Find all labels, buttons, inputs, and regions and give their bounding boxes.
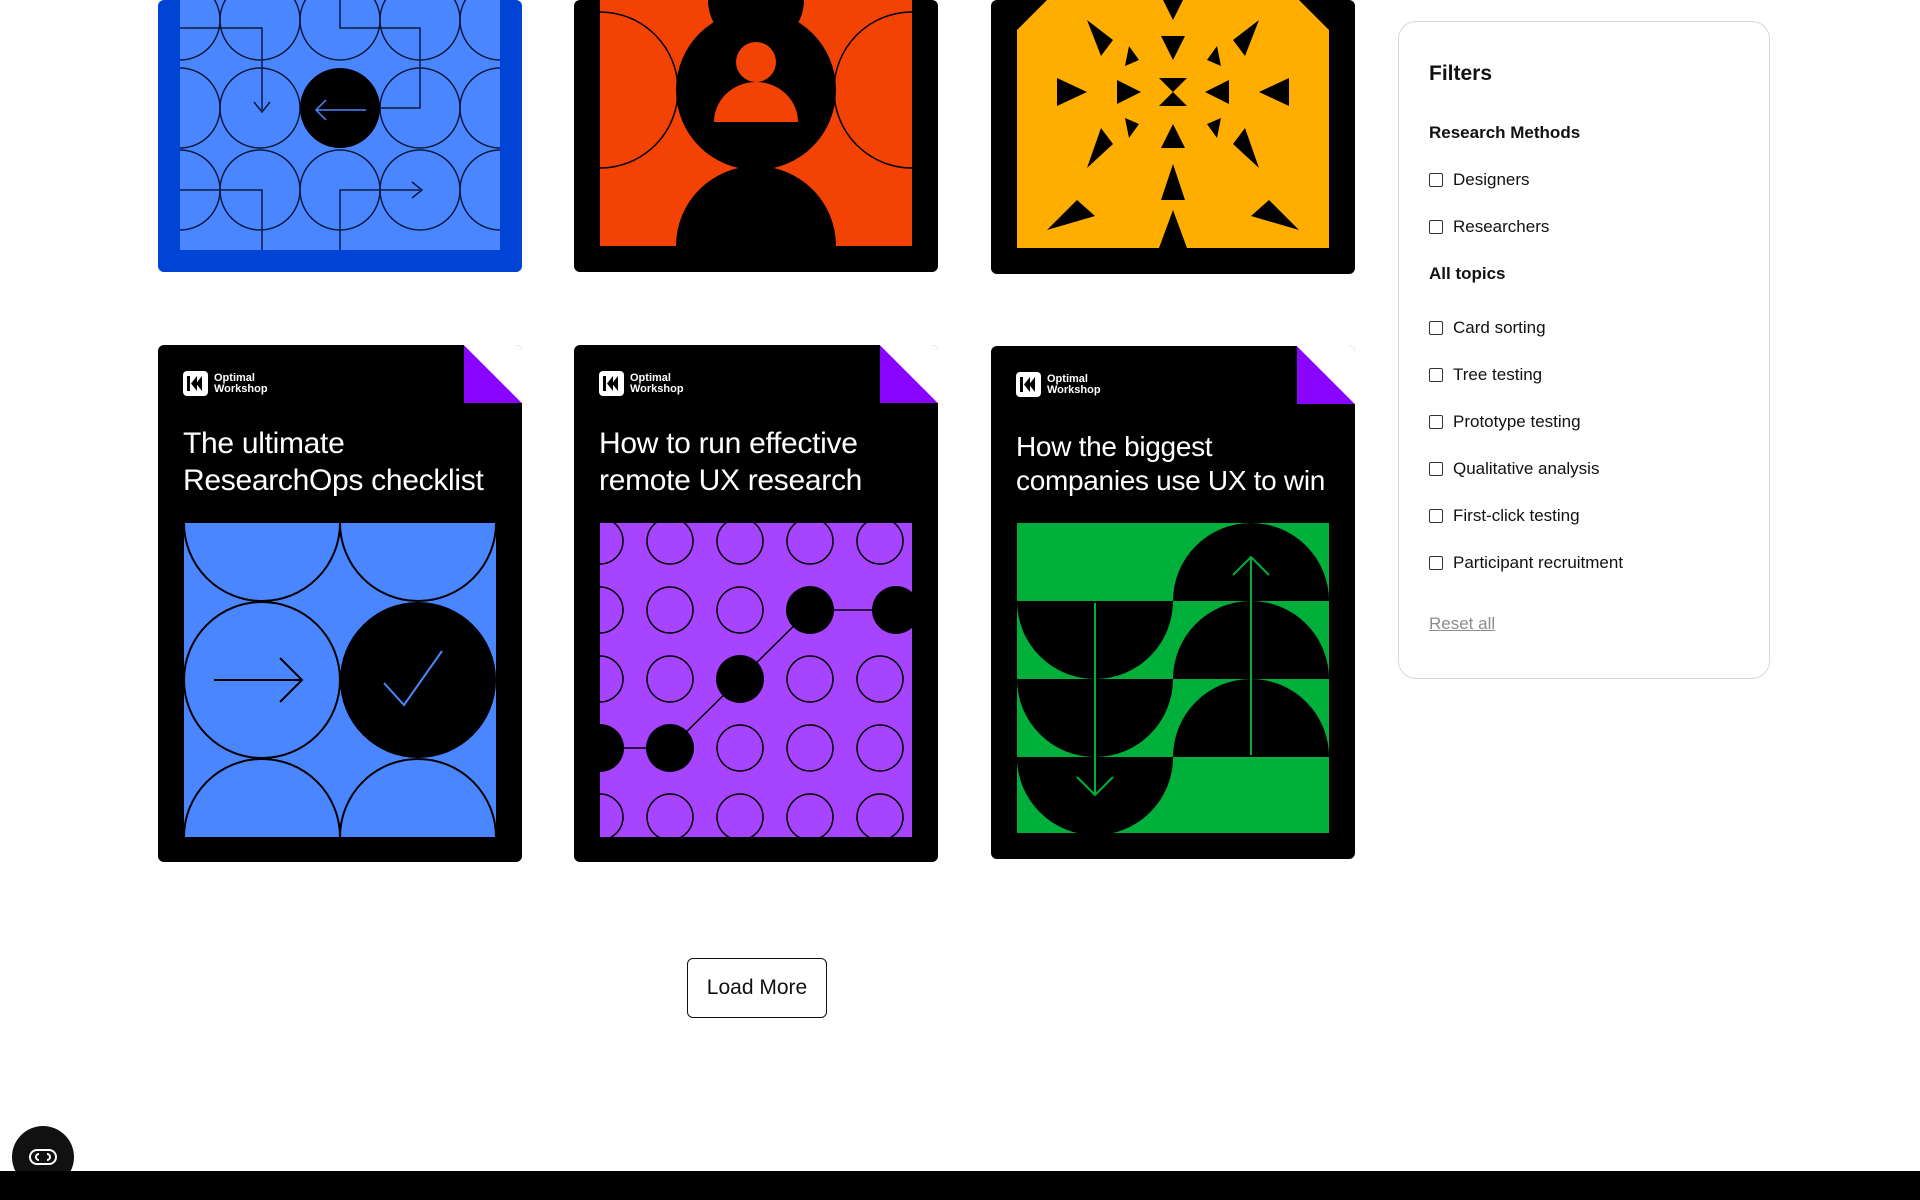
filter-label: Researchers <box>1453 217 1550 236</box>
brand-logo: Optimal Workshop <box>599 371 684 396</box>
resource-card-blue-maze[interactable] <box>158 0 522 272</box>
research-methods-heading: Research Methods <box>1429 123 1581 142</box>
logo-mark-icon <box>1016 372 1041 397</box>
filter-label: Designers <box>1453 170 1530 189</box>
checkbox[interactable] <box>1429 220 1443 234</box>
chat-icon <box>29 1149 57 1165</box>
filter-prototype-testing[interactable]: Prototype testing <box>1429 412 1581 432</box>
resource-title: The ultimate ResearchOps checklist <box>183 427 484 497</box>
checkbox[interactable] <box>1429 415 1443 429</box>
page-fold-corner <box>464 345 522 403</box>
brand-logo: Optimal Workshop <box>183 371 268 396</box>
arrows-illustration <box>1017 523 1329 833</box>
logo-mark-icon <box>183 371 208 396</box>
resource-card-researchops-checklist[interactable]: Optimal Workshop The ultimate ResearchOp… <box>158 345 522 862</box>
filter-label: Qualitative analysis <box>1453 459 1600 478</box>
brand-name: Optimal Workshop <box>1047 372 1101 396</box>
resource-title: How the biggest companies use UX to win <box>1016 431 1326 496</box>
brand-name: Optimal Workshop <box>630 371 684 395</box>
filter-label: Tree testing <box>1453 365 1543 384</box>
resource-card-yellow-star[interactable] <box>991 0 1355 274</box>
resource-card-orange-person[interactable] <box>574 0 938 272</box>
checkbox[interactable] <box>1429 509 1443 523</box>
filter-tree-testing[interactable]: Tree testing <box>1429 365 1542 385</box>
all-topics-heading: All topics <box>1429 264 1506 283</box>
reset-all-link[interactable]: Reset all <box>1429 614 1495 634</box>
filter-label: Participant recruitment <box>1453 553 1624 572</box>
filter-label: First-click testing <box>1453 506 1580 525</box>
resource-card-biggest-companies-ux[interactable]: Optimal Workshop How the biggest compani… <box>991 346 1355 859</box>
filter-label: Prototype testing <box>1453 412 1581 431</box>
checkbox[interactable] <box>1429 321 1443 335</box>
checkbox[interactable] <box>1429 173 1443 187</box>
filter-label: Card sorting <box>1453 318 1546 337</box>
filter-designers[interactable]: Designers <box>1429 170 1530 190</box>
filter-participant-recruitment[interactable]: Participant recruitment <box>1429 553 1623 573</box>
checklist-illustration <box>184 523 496 837</box>
page-fold-corner <box>1297 346 1355 404</box>
filter-first-click-testing[interactable]: First-click testing <box>1429 506 1580 526</box>
brand-name: Optimal Workshop <box>214 371 268 395</box>
filter-card-sorting[interactable]: Card sorting <box>1429 318 1546 338</box>
resource-card-remote-ux-research[interactable]: Optimal Workshop How to run effective re… <box>574 345 938 862</box>
logo-mark-icon <box>599 371 624 396</box>
filters-title: Filters <box>1429 62 1493 85</box>
load-more-button[interactable]: Load More <box>687 958 827 1018</box>
filter-qualitative-analysis[interactable]: Qualitative analysis <box>1429 459 1599 479</box>
checkbox[interactable] <box>1429 556 1443 570</box>
filter-researchers[interactable]: Researchers <box>1429 217 1549 237</box>
starburst-pattern-image <box>1017 0 1329 248</box>
maze-pattern-image <box>180 0 500 250</box>
brand-logo: Optimal Workshop <box>1016 372 1101 397</box>
dots-network-illustration <box>600 523 912 837</box>
resource-title: How to run effective remote UX research <box>599 427 863 497</box>
checkbox[interactable] <box>1429 462 1443 476</box>
person-pattern-image <box>600 0 912 246</box>
footer-bar <box>0 1171 1920 1200</box>
filters-panel: Filters Research Methods Designers Resea… <box>1398 21 1770 679</box>
page-fold-corner <box>880 345 938 403</box>
checkbox[interactable] <box>1429 368 1443 382</box>
